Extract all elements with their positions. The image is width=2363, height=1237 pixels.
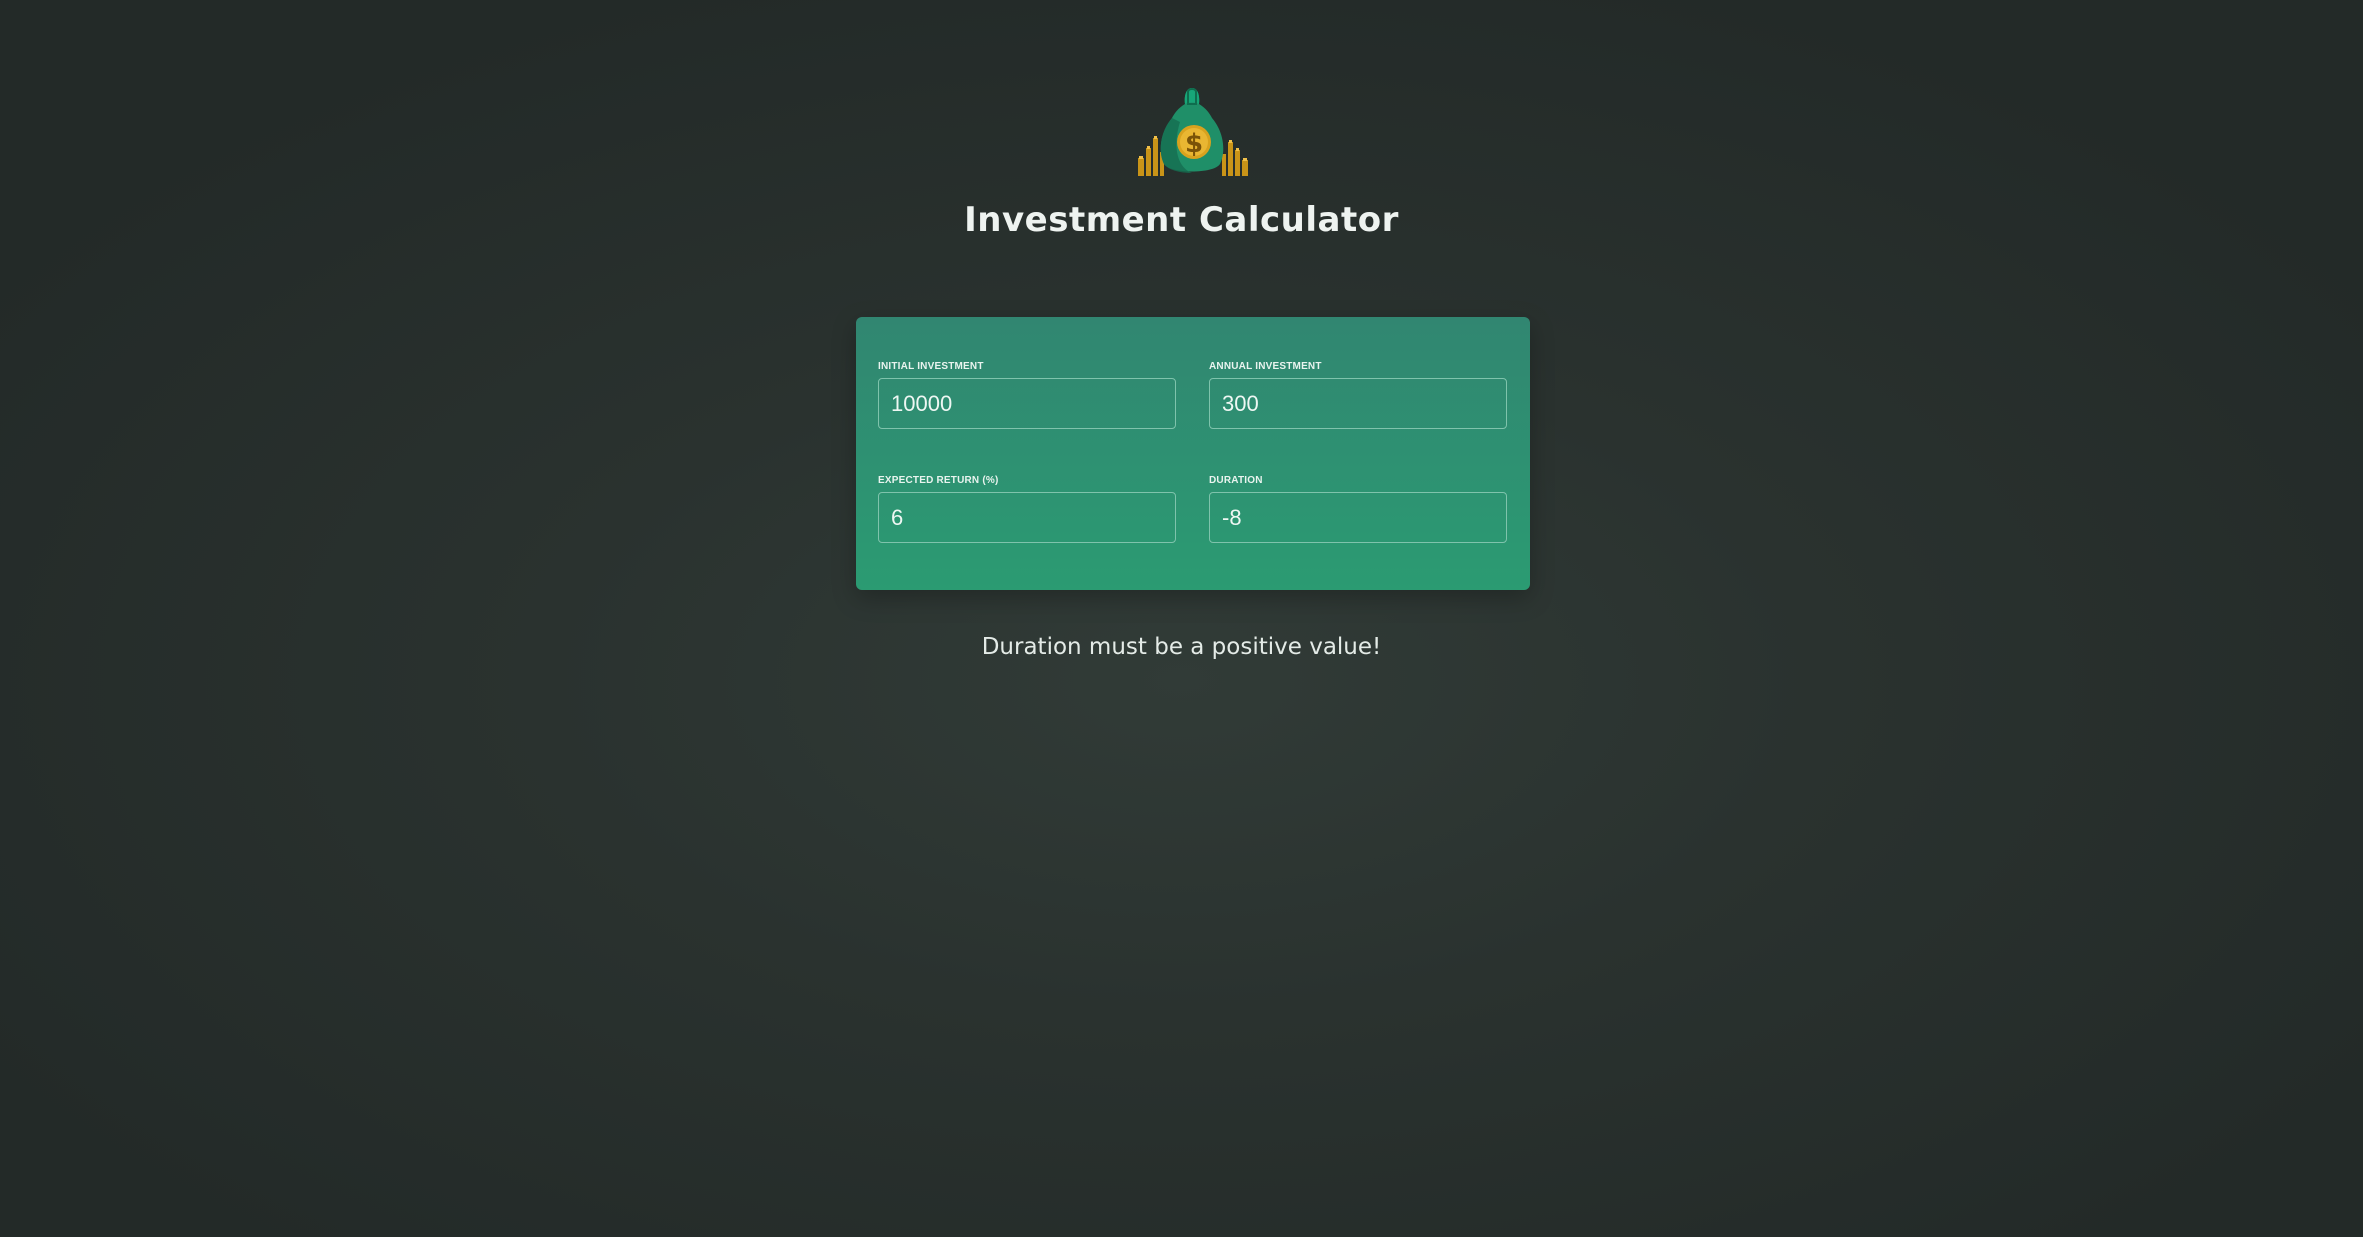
initial-investment-group: Initial Investment: [878, 361, 1176, 429]
initial-investment-input[interactable]: [878, 378, 1176, 429]
duration-input[interactable]: [1209, 492, 1507, 543]
page-title: Investment Calculator: [964, 200, 1399, 240]
duration-group: Duration: [1209, 475, 1507, 543]
annual-investment-group: Annual Investment: [1209, 361, 1507, 429]
annual-investment-input[interactable]: [1209, 378, 1507, 429]
svg-text:$: $: [1185, 129, 1203, 159]
expected-return-label: Expected Return (%): [878, 475, 999, 486]
initial-investment-label: Initial Investment: [878, 361, 984, 372]
duration-label: Duration: [1209, 475, 1263, 486]
annual-investment-label: Annual Investment: [1209, 361, 1322, 372]
input-panel: Initial Investment Annual Investment Exp…: [856, 317, 1530, 590]
expected-return-input[interactable]: [878, 492, 1176, 543]
money-bag-icon: $: [1138, 88, 1248, 176]
validation-message: Duration must be a positive value!: [981, 634, 1382, 660]
expected-return-group: Expected Return (%): [878, 475, 1176, 543]
